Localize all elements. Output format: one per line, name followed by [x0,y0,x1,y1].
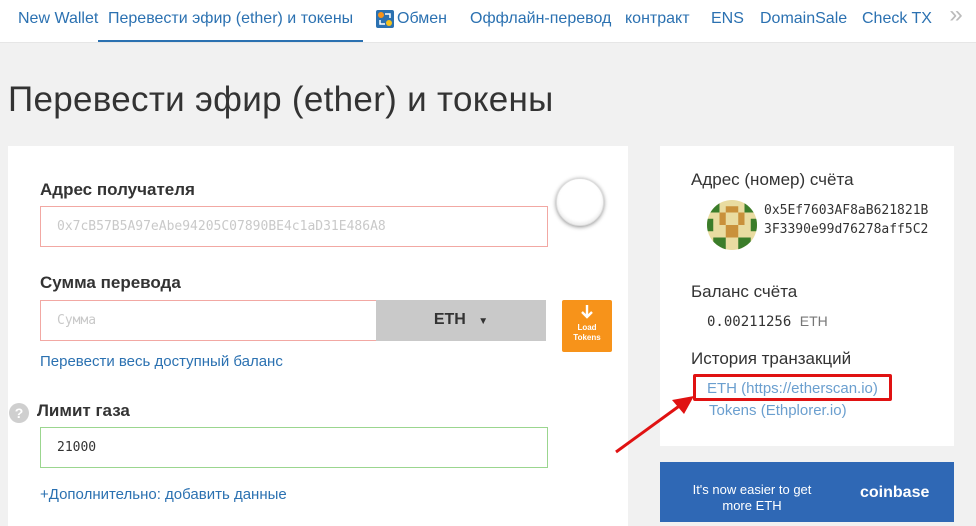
amount-input[interactable] [40,300,377,341]
recipient-address-input[interactable] [40,206,548,247]
balance-amount: 0.00211256 [707,314,792,330]
load-tokens-label-1: Load [577,323,597,332]
load-tokens-label-2: Tokens [573,333,601,342]
nav-new-wallet[interactable]: New Wallet [18,0,98,40]
red-arrow-icon [615,396,694,454]
account-address-label: Адрес (номер) счёта [691,170,854,189]
nav-scroll-right-icon[interactable]: » [936,0,976,40]
banner-text: It's now easier to get more ETH [692,482,812,513]
swap-icon [376,9,394,28]
balance-label: Баланс счёта [691,282,798,301]
nav-ens[interactable]: ENS [711,0,744,40]
nav-domainsale[interactable]: DomainSale [760,0,847,40]
account-identicon [707,200,757,250]
nav-offline-transaction[interactable]: Оффлайн-перевод [470,0,611,40]
coinbase-logo: coinbase [860,484,930,501]
advanced-add-data-link[interactable]: +Дополнительно: добавить данные [40,486,287,503]
nav-send-ether-tokens[interactable]: Перевести эфир (ether) и токены [98,0,364,42]
recipient-address-label: Адрес получателя [40,180,195,199]
account-address-value: 0x5Ef7603AF8aB621821B3F3390e99d76278aff5… [764,203,929,237]
top-navigation: New Wallet Перевести эфир (ether) и токе… [0,0,976,43]
amount-label: Сумма перевода [40,273,181,292]
tx-history-label: История транзакций [691,349,852,368]
help-icon[interactable]: ? [9,403,29,423]
coinbase-banner[interactable]: It's now easier to get more ETH coinbase [660,462,954,522]
nav-swap-label: Обмен [397,10,447,27]
nav-swap[interactable]: Обмен [376,0,447,40]
gas-limit-label: Лимит газа [37,401,130,420]
nav-contracts[interactable]: контракт [625,0,690,40]
caret-down-icon: ▼ [478,316,489,327]
balance-value: 0.00211256 ETH [707,313,828,330]
recipient-identicon [556,178,604,226]
download-arrow-icon [581,305,593,319]
highlight-box [693,374,892,401]
gas-limit-input[interactable] [40,427,548,468]
page-title: Перевести эфир (ether) и токены [8,80,554,119]
balance-unit: ETH [799,313,828,329]
send-entire-balance-link[interactable]: Перевести весь доступный баланс [40,353,283,370]
ethplorer-history-link[interactable]: Tokens (Ethplorer.io) [709,402,847,419]
nav-check-tx[interactable]: Check TX [862,0,932,40]
unit-dropdown[interactable]: ETH ▼ [376,300,546,341]
load-tokens-button[interactable]: Load Tokens [562,300,612,352]
unit-selected-label: ETH [433,311,466,328]
